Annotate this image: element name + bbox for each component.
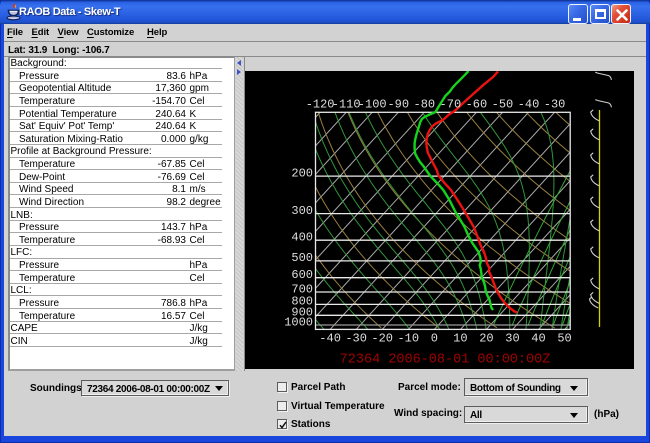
svg-text:40: 40 [531,332,545,346]
svg-text:-80: -80 [414,98,436,112]
svg-text:-110: -110 [332,98,361,112]
svg-text:-40: -40 [319,332,341,346]
svg-text:300: 300 [291,204,313,218]
svg-text:10: 10 [453,332,467,346]
svg-text:-40: -40 [518,98,540,112]
svg-text:-30: -30 [345,332,367,346]
svg-text:-100: -100 [358,98,387,112]
svg-text:-10: -10 [397,332,419,346]
svg-text:600: 600 [291,268,313,282]
svg-text:50: 50 [557,332,571,346]
svg-text:0: 0 [431,332,438,346]
svg-text:500: 500 [291,251,313,265]
svg-text:1000: 1000 [284,315,313,329]
svg-text:-30: -30 [544,98,566,112]
svg-text:-50: -50 [492,98,514,112]
svg-text:72364 2006-08-01 00:00:00Z: 72364 2006-08-01 00:00:00Z [340,353,551,368]
svg-text:-70: -70 [440,98,462,112]
svg-text:-60: -60 [466,98,488,112]
svg-text:-20: -20 [371,332,393,346]
svg-text:20: 20 [479,332,493,346]
svg-text:-90: -90 [387,98,409,112]
svg-text:200: 200 [291,166,313,180]
svg-text:-120: -120 [306,98,335,112]
svg-text:400: 400 [291,231,313,245]
svg-text:30: 30 [505,332,519,346]
